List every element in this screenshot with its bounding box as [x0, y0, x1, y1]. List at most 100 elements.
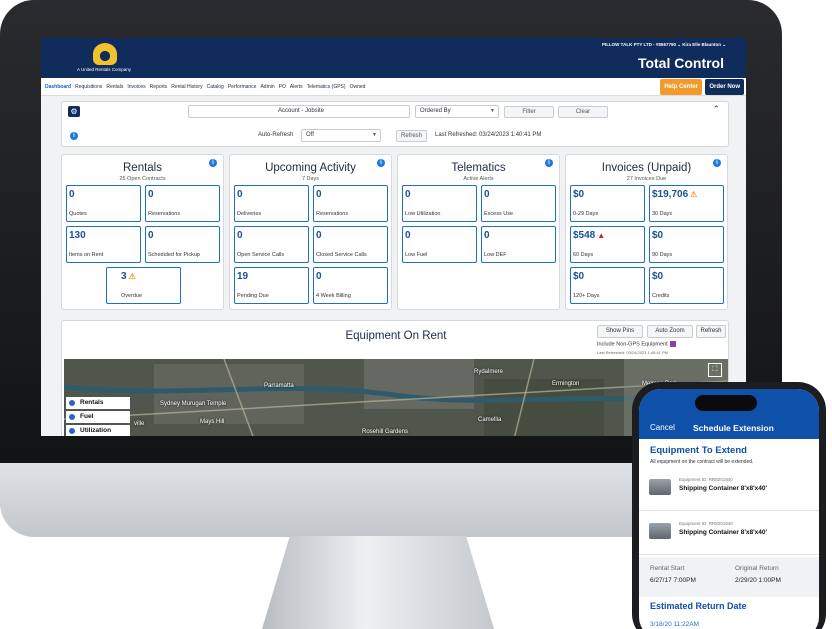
estimated-return-date[interactable]: 3/18/20 11:22AM [650, 621, 699, 628]
map-last-refreshed: Last Refreshed: 03/24/2023 1:40:41 PM [597, 350, 668, 355]
tile-label: Low Utilization [405, 211, 441, 217]
tile-low-utilization[interactable]: 0 Low Utilization [402, 185, 477, 222]
info-icon[interactable]: i [713, 159, 721, 167]
tile-value: 0 [237, 189, 243, 200]
tile-excess-use[interactable]: 0 Excess Use [481, 185, 556, 222]
auto-refresh-select[interactable]: Off ▼ [301, 129, 381, 142]
legend-rentals[interactable]: Rentals [66, 397, 130, 409]
nav-invoices[interactable]: Invoices [127, 84, 145, 90]
nav-alerts[interactable]: Alerts [290, 84, 303, 90]
tile-30-days[interactable]: $19,706 ⚠ 30 Days [649, 185, 724, 222]
tile-label: Items on Rent [69, 252, 104, 258]
tile-overdue[interactable]: 3 ⚠ Overdue [106, 267, 181, 304]
map-label: ville [134, 421, 145, 427]
info-icon[interactable]: i [70, 132, 78, 140]
tile-value: $19,706 [652, 189, 689, 200]
fullscreen-icon[interactable]: ⛶ [708, 363, 722, 377]
nav-dashboard[interactable]: Dashboard [45, 84, 71, 90]
dropdown-caret-icon: ▼ [490, 108, 495, 114]
nav-requisitions[interactable]: Requisitions [75, 84, 102, 90]
tile-label: 60 Days [573, 252, 594, 258]
legend-utilization[interactable]: Utilization [66, 425, 130, 436]
tile-4-week-billing[interactable]: 0 4 Week Billing [313, 267, 388, 304]
ordered-by-value: Ordered By [420, 108, 451, 114]
tile-label: Deliveries [237, 211, 262, 217]
tile-open-service-calls[interactable]: 0 Open Service Calls [234, 226, 309, 263]
tile-value: $0 [573, 271, 585, 282]
tile-closed-service-calls[interactable]: 0 Closed Service Calls [313, 226, 388, 263]
info-icon[interactable]: i [545, 159, 553, 167]
nav-po[interactable]: PO [279, 84, 286, 90]
nav-admin[interactable]: Admin [260, 84, 274, 90]
auto-refresh-value: Off [306, 132, 314, 138]
tile-quotes[interactable]: 0 Quotes [66, 185, 141, 222]
help-center-button[interactable]: Help Center [660, 79, 702, 95]
tile-reservations[interactable]: 0 Reservations [313, 185, 388, 222]
telematics-card: Telematics Active Alerts i 0 Low Utilizat… [397, 154, 560, 310]
account-jobsite-input[interactable]: Account - Jobsite [188, 105, 410, 118]
cancel-button[interactable]: Cancel [650, 423, 675, 432]
tile-deliveries[interactable]: 0 Deliveries [234, 185, 309, 222]
equipment-list-item[interactable]: Equipment ID: RR8201940 Shipping Contain… [639, 467, 819, 511]
map-label: Parramatta [264, 383, 294, 389]
order-now-button[interactable]: Order Now [705, 79, 744, 95]
nav-reports[interactable]: Reports [150, 84, 168, 90]
tile-label: 120+ Days [573, 293, 600, 299]
tile-credits[interactable]: $0 Credits [649, 267, 724, 304]
tile-pending-due[interactable]: 19 Pending Due [234, 267, 309, 304]
tile-value: 0 [237, 230, 243, 241]
warning-icon: ▲ [597, 231, 606, 240]
account-menu[interactable]: PILLOW TALK PTY LTD - #8567790 ⌄ Kira El… [602, 42, 726, 48]
tile-low-def[interactable]: 0 Low DEF [481, 226, 556, 263]
map-label: Camellia [478, 417, 502, 423]
tile-value: 0 [148, 189, 154, 200]
clear-button[interactable]: Clear [558, 106, 608, 118]
tile-low-fuel[interactable]: 0 Low Fuel [402, 226, 477, 263]
tile-90-days[interactable]: $0 90 Days [649, 226, 724, 263]
include-non-gps-label: Include Non-GPS Equipment [597, 341, 668, 348]
tile-value: 0 [316, 189, 322, 200]
tile-label: Overdue [121, 293, 143, 299]
extension-note: All equipment on the contract will be ex… [650, 459, 754, 465]
tile-0-29-days[interactable]: $0 0-29 Days [570, 185, 645, 222]
rentals-subtitle: 25 Open Contracts [119, 176, 166, 182]
gear-icon[interactable]: ⚙ [68, 106, 80, 117]
nav-performance[interactable]: Performance [228, 84, 257, 90]
legend-dot-icon [68, 399, 76, 407]
nav-rentals[interactable]: Rentals [106, 84, 123, 90]
map-label: Rydalmere [474, 369, 504, 375]
auto-zoom-button[interactable]: Auto Zoom [647, 325, 693, 338]
equipment-map[interactable]: Parramatta Sydney Murugan Temple Mays Hi… [64, 359, 728, 436]
tile-scheduled-pickup[interactable]: 0 Scheduled for Pickup [145, 226, 220, 263]
ordered-by-select[interactable]: Ordered By ▼ [415, 105, 499, 118]
brand-logo[interactable] [93, 43, 117, 65]
tile-value: 0 [148, 230, 154, 241]
tile-label: Low Fuel [405, 252, 428, 258]
info-icon[interactable]: i [377, 159, 385, 167]
chevron-up-icon[interactable]: ⌃ [712, 104, 720, 115]
tile-items-on-rent[interactable]: 130 Items on Rent [66, 226, 141, 263]
nav-telematics[interactable]: Telematics (GPS) [307, 84, 346, 90]
include-non-gps-toggle[interactable]: Include Non-GPS Equipment [597, 341, 676, 347]
tile-60-days[interactable]: $548 ▲ 60 Days [570, 226, 645, 263]
map-label: Ermington [552, 381, 580, 387]
tile-reservations[interactable]: 0 Reservations [145, 185, 220, 222]
tile-label: 30 Days [652, 211, 673, 217]
main-nav: Dashboard Requisitions Rentals Invoices … [41, 78, 746, 96]
map-label: Sydney Murugan Temple [160, 401, 227, 407]
equipment-list-item[interactable]: Equipment ID: RR8201940 Shipping Contain… [639, 511, 819, 555]
nav-rental-history[interactable]: Rental History [171, 84, 202, 90]
nav-catalog[interactable]: Catalog [207, 84, 224, 90]
top-bar: A United Rentals Company PILLOW TALK PTY… [41, 38, 746, 78]
include-non-gps-checkbox[interactable] [669, 341, 676, 347]
map-refresh-button[interactable]: Refresh [696, 325, 726, 338]
refresh-button[interactable]: Refresh [396, 130, 427, 142]
show-pins-button[interactable]: Show Pins [597, 325, 643, 338]
info-icon[interactable]: i [209, 159, 217, 167]
filter-button[interactable]: Filter [504, 106, 554, 118]
tile-120-days[interactable]: $0 120+ Days [570, 267, 645, 304]
legend-fuel[interactable]: Fuel [66, 411, 130, 423]
nav-owned[interactable]: Owned [350, 84, 366, 90]
original-return-label: Original Return [735, 565, 779, 572]
app-title: Total Control [637, 55, 724, 71]
